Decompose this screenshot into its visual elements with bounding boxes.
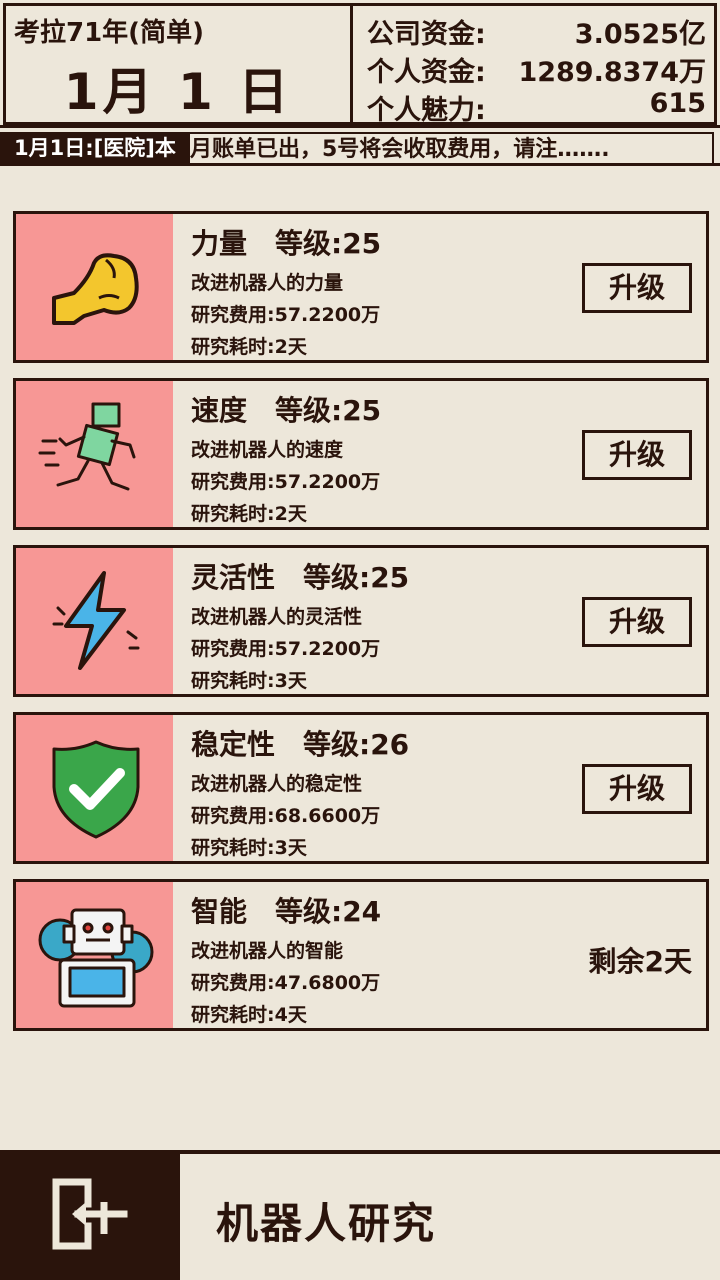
funds-panel: 公司资金: 3.0525亿 个人资金: 1289.8374万 个人魅力: 615 xyxy=(353,3,717,126)
upgrade-button[interactable]: 升级 xyxy=(582,597,692,647)
card-cost: 研究费用:57.2200万 xyxy=(191,471,381,493)
charm: 个人魅力: 615 xyxy=(367,88,706,126)
card-title: 稳定性 等级:26 xyxy=(191,728,410,761)
card-time: 研究耗时:2天 xyxy=(191,336,307,358)
date-panel: 考拉71年(简单) 1月 1 日 xyxy=(3,3,353,125)
icon-box xyxy=(16,214,173,360)
exit-door-icon xyxy=(52,1178,128,1250)
date-label: 1月 1 日 xyxy=(63,63,293,121)
research-card-agility: 灵活性 等级:25 改进机器人的灵活性 研究费用:57.2200万 研究耗时:3… xyxy=(13,545,709,697)
shield-check-icon xyxy=(52,740,140,839)
company-funds-label: 公司资金: xyxy=(367,19,486,50)
card-cost: 研究费用:68.6600万 xyxy=(191,805,381,827)
company-funds: 公司资金: 3.0525亿 xyxy=(367,12,706,50)
research-card-stability: 稳定性 等级:26 改进机器人的稳定性 研究费用:68.6600万 研究耗时:3… xyxy=(13,712,709,864)
icon-box xyxy=(16,882,173,1028)
top-header: 考拉71年(简单) 1月 1 日 公司资金: 3.0525亿 个人资金: 128… xyxy=(0,0,720,128)
card-time: 研究耗时:4天 xyxy=(191,1004,307,1026)
card-desc: 改进机器人的力量 xyxy=(191,272,344,294)
card-cost: 研究费用:57.2200万 xyxy=(191,638,381,660)
research-card-speed: 速度 等级:25 改进机器人的速度 研究费用:57.2200万 研究耗时:2天 … xyxy=(13,378,709,530)
card-time: 研究耗时:3天 xyxy=(191,837,307,859)
card-desc: 改进机器人的灵活性 xyxy=(191,606,363,628)
icon-box xyxy=(16,381,173,527)
icon-box xyxy=(16,715,173,861)
running-robot-icon xyxy=(38,402,136,491)
card-title: 智能 等级:24 xyxy=(191,895,382,928)
ticker-text: 月账单已出，5号将会收取费用，请注……. xyxy=(190,132,714,163)
upgrade-button[interactable]: 升级 xyxy=(582,764,692,814)
personal-funds: 个人资金: 1289.8374万 xyxy=(367,50,706,88)
charm-label: 个人魅力: xyxy=(367,95,486,126)
ticker-tag: 1月1日:[医院]本 xyxy=(0,132,190,163)
research-card-strength: 力量 等级:25 改进机器人的力量 研究费用:57.2200万 研究耗时:2天 … xyxy=(13,211,709,363)
card-title: 灵活性 等级:25 xyxy=(191,561,410,594)
card-desc: 改进机器人的智能 xyxy=(191,940,344,962)
card-title: 力量 等级:25 xyxy=(191,227,382,260)
flexed-arm-icon xyxy=(52,253,139,325)
card-time: 研究耗时:3天 xyxy=(191,670,307,692)
upgrade-button[interactable]: 升级 xyxy=(582,263,692,313)
charm-value: 615 xyxy=(649,88,706,119)
icon-box xyxy=(16,548,173,694)
personal-funds-label: 个人资金: xyxy=(367,57,486,88)
card-time: 研究耗时:2天 xyxy=(191,503,307,525)
card-desc: 改进机器人的速度 xyxy=(191,439,344,461)
page-title: 机器人研究 xyxy=(216,1199,437,1248)
card-cost: 研究费用:57.2200万 xyxy=(191,304,381,326)
exit-button[interactable] xyxy=(0,1154,180,1280)
personal-funds-value: 1289.8374万 xyxy=(518,57,706,88)
research-card-intelligence: 智能 等级:24 改进机器人的智能 研究费用:47.6800万 研究耗时:4天 … xyxy=(13,879,709,1031)
news-ticker[interactable]: 1月1日:[医院]本 月账单已出，5号将会收取费用，请注……. xyxy=(0,130,720,166)
company-funds-value: 3.0525亿 xyxy=(574,19,706,50)
card-cost: 研究费用:47.6800万 xyxy=(191,972,381,994)
remaining-time: 剩余2天 xyxy=(588,945,692,978)
robot-gear-icon xyxy=(38,908,154,1008)
bottom-bar: 机器人研究 xyxy=(0,1150,720,1280)
card-desc: 改进机器人的稳定性 xyxy=(191,773,363,795)
card-title: 速度 等级:25 xyxy=(191,394,382,427)
lightning-icon xyxy=(52,571,140,670)
upgrade-button[interactable]: 升级 xyxy=(582,430,692,480)
year-label: 考拉71年(简单) xyxy=(14,18,204,48)
